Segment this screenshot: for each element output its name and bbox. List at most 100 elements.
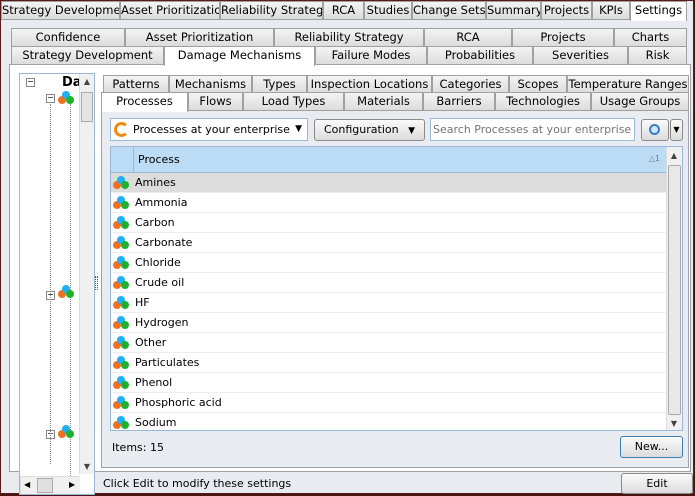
- grid-header: Process △1: [111, 147, 666, 173]
- tab-rca[interactable]: RCA: [323, 1, 364, 20]
- process-name: Amines: [135, 176, 176, 189]
- tab-materials[interactable]: Materials: [344, 92, 423, 111]
- table-row[interactable]: Chloride: [111, 253, 666, 273]
- column-header-process[interactable]: Process: [138, 153, 180, 166]
- tab-asset-prioritization[interactable]: Asset Prioritization: [120, 1, 220, 20]
- table-row[interactable]: Other: [111, 333, 666, 353]
- table-row[interactable]: Phenol: [111, 373, 666, 393]
- scroll-thumb[interactable]: [37, 478, 53, 493]
- process-icon: [113, 376, 131, 390]
- tab-studies[interactable]: Studies: [364, 1, 412, 20]
- table-row[interactable]: Carbonate: [111, 233, 666, 253]
- tree-horizontal-scrollbar[interactable]: ◀ ▶: [20, 476, 80, 494]
- table-row[interactable]: Sodium: [111, 413, 666, 430]
- process-name: Other: [135, 336, 167, 349]
- tab-projects[interactable]: Projects: [512, 28, 614, 47]
- process-icon: [58, 285, 76, 299]
- process-name: Phosphoric acid: [135, 396, 222, 409]
- process-icon: [113, 296, 131, 310]
- header-divider: [133, 147, 134, 172]
- scroll-thumb[interactable]: [81, 92, 93, 122]
- tab-severities[interactable]: Severities: [533, 46, 628, 65]
- tab-strategy-development[interactable]: Strategy Development: [11, 46, 164, 65]
- sort-ascending-icon[interactable]: △1: [649, 154, 660, 163]
- scope-dropdown[interactable]: Processes at your enterprise ▼: [110, 118, 308, 141]
- tab-load-types[interactable]: Load Types: [243, 92, 344, 111]
- scroll-down-icon[interactable]: ▼: [80, 462, 94, 471]
- items-count: Items: 15: [112, 441, 164, 454]
- process-name: Chloride: [135, 256, 181, 269]
- tab-rca[interactable]: RCA: [424, 28, 512, 47]
- process-icon: [58, 91, 76, 105]
- collapse-icon[interactable]: −: [46, 94, 55, 103]
- tab-risk[interactable]: Risk: [628, 46, 687, 65]
- process-icon: [113, 356, 131, 370]
- scroll-up-icon[interactable]: ▲: [667, 151, 681, 160]
- tab-reliability-strategy[interactable]: Reliability Strategy: [220, 1, 323, 20]
- tree-vertical-scrollbar[interactable]: ▲ ▼: [79, 74, 94, 474]
- process-icon: [113, 276, 131, 290]
- splitter-handle[interactable]: [95, 276, 98, 290]
- tab-failure-modes[interactable]: Failure Modes: [315, 46, 427, 65]
- tab-confidence[interactable]: Confidence: [11, 28, 125, 47]
- scroll-left-icon[interactable]: ◀: [24, 480, 30, 489]
- scroll-thumb[interactable]: [668, 165, 681, 415]
- process-icon: [113, 176, 131, 190]
- search-input[interactable]: [430, 118, 635, 141]
- search-icon: [649, 124, 660, 135]
- tab-summary[interactable]: Summary: [486, 1, 541, 20]
- table-row[interactable]: Carbon: [111, 213, 666, 233]
- table-row[interactable]: Particulates: [111, 353, 666, 373]
- sort-order: 1: [654, 154, 660, 163]
- process-icon: [113, 236, 131, 250]
- table-row[interactable]: Hydrogen: [111, 313, 666, 333]
- tab-charts[interactable]: Charts: [614, 28, 687, 47]
- table-row[interactable]: Ammonia: [111, 193, 666, 213]
- table-row[interactable]: Crude oil: [111, 273, 666, 293]
- app-window: Strategy Development Asset Prioritization…: [0, 0, 694, 495]
- tab-damage-mechanisms[interactable]: Damage Mechanisms: [164, 46, 315, 66]
- process-icon: [113, 336, 131, 350]
- scroll-up-icon[interactable]: ▲: [80, 77, 94, 86]
- table-row[interactable]: HF: [111, 293, 666, 313]
- tab-processes[interactable]: Processes: [101, 92, 188, 112]
- tab-usage-groups[interactable]: Usage Groups: [591, 92, 689, 111]
- search-options-dropdown[interactable]: ▼: [670, 119, 683, 141]
- table-row[interactable]: Amines: [111, 173, 666, 193]
- new-button[interactable]: New...: [620, 436, 683, 458]
- process-name: Particulates: [135, 356, 200, 369]
- collapse-icon[interactable]: −: [26, 78, 35, 87]
- status-text: Click Edit to modify these settings: [103, 477, 292, 490]
- process-name: Sodium: [135, 416, 177, 429]
- tab-technologies[interactable]: Technologies: [495, 92, 591, 111]
- scope-value: Processes at your enterprise: [133, 123, 290, 136]
- tab-change-sets[interactable]: Change Sets: [412, 1, 486, 20]
- tab-settings[interactable]: Settings: [630, 1, 687, 21]
- tab-flows[interactable]: Flows: [188, 92, 243, 111]
- tab-barriers[interactable]: Barriers: [423, 92, 495, 111]
- grid-rows: Amines Ammonia Carbon Carbonate Chloride Crud…: [111, 173, 682, 430]
- process-icon: [113, 416, 131, 430]
- configuration-label: Configuration: [323, 123, 399, 136]
- scroll-right-icon[interactable]: ▶: [69, 480, 75, 489]
- table-row[interactable]: Phosphoric acid: [111, 393, 666, 413]
- tab-reliability-strategy[interactable]: Reliability Strategy: [274, 28, 424, 47]
- process-name: HF: [135, 296, 150, 309]
- process-icon: [113, 216, 131, 230]
- configuration-button[interactable]: Configuration ▼: [314, 119, 425, 141]
- process-name: Crude oil: [135, 276, 185, 289]
- search-button[interactable]: [641, 119, 669, 141]
- process-name: Carbonate: [135, 236, 193, 249]
- tab-strategy-development[interactable]: Strategy Development: [1, 1, 120, 20]
- grid-vertical-scrollbar[interactable]: ▲ ▼: [666, 147, 682, 430]
- tab-kpis[interactable]: KPIs: [592, 1, 630, 20]
- tab-projects[interactable]: Projects: [541, 1, 592, 20]
- edit-button[interactable]: Edit: [621, 473, 693, 494]
- scroll-down-icon[interactable]: ▼: [667, 419, 681, 428]
- process-icon: [113, 256, 131, 270]
- tab-asset-prioritization[interactable]: Asset Prioritization: [125, 28, 274, 47]
- process-name: Carbon: [135, 216, 175, 229]
- process-icon: [58, 425, 76, 439]
- tab-probabilities[interactable]: Probabilities: [427, 46, 533, 65]
- tree-panel: − Da − − − ▲ ▼ ◀ ▶: [19, 73, 95, 495]
